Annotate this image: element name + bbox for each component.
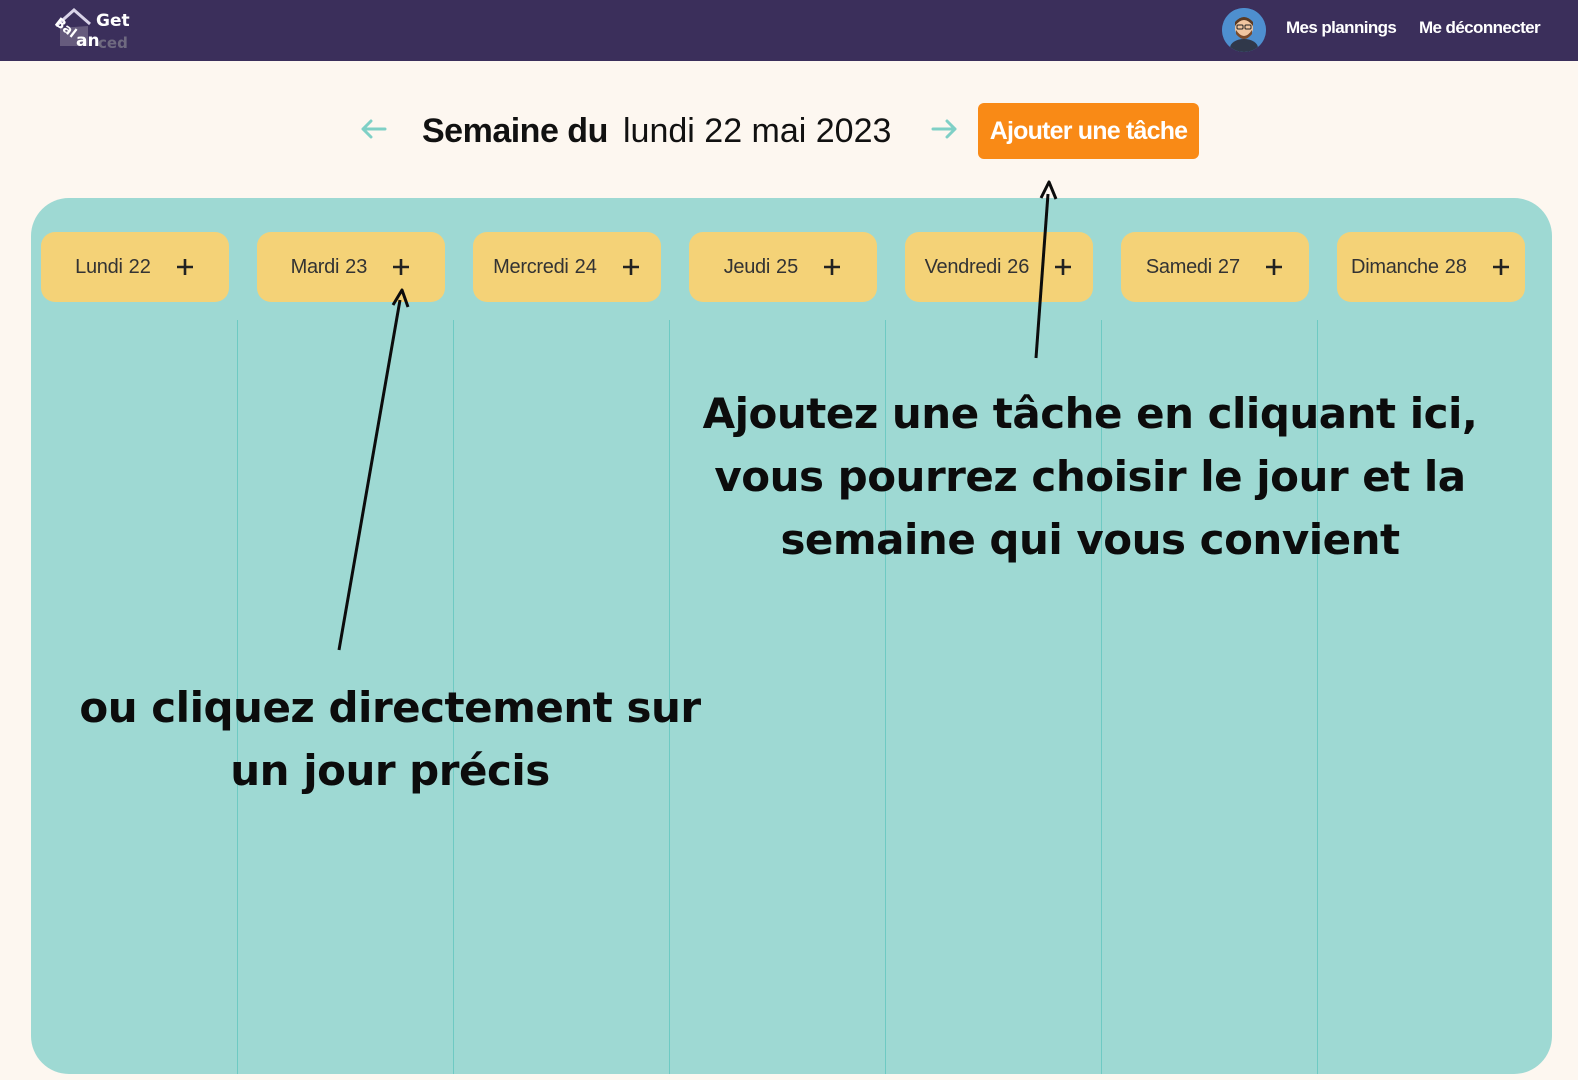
- nav-mes-plannings[interactable]: Mes plannings: [1286, 18, 1397, 38]
- day-name: Dimanche: [1351, 255, 1439, 278]
- day-name: Samedi: [1145, 255, 1212, 278]
- day-button-samedi[interactable]: Samedi 27: [1121, 232, 1309, 302]
- day-number: 27: [1217, 255, 1241, 278]
- annotation-line: ou cliquez directement sur: [79, 683, 701, 732]
- user-avatar[interactable]: [1222, 8, 1266, 52]
- plus-icon[interactable]: [175, 257, 195, 277]
- add-task-button[interactable]: Ajouter une tâche: [978, 103, 1199, 159]
- arrowhead-icon: [1039, 180, 1058, 200]
- day-number: 26: [1007, 255, 1030, 278]
- day-name: Jeudi: [723, 255, 771, 278]
- day-number: 25: [776, 255, 799, 278]
- svg-text:an: an: [76, 31, 100, 51]
- day-number: 22: [128, 255, 151, 278]
- arrow-left-icon[interactable]: [357, 112, 391, 146]
- get-balanced-logo[interactable]: Get Bal an ced: [50, 4, 140, 54]
- weekly-planning-board: Lundi 22 Mardi 23 Mercredi 24 Jeudi 25 V…: [31, 198, 1552, 1074]
- annotation-add-task: Ajoutez une tâche en cliquant ici, vous …: [690, 382, 1490, 571]
- day-number: 24: [574, 255, 597, 278]
- day-name: Mercredi: [493, 255, 569, 278]
- day-button-mercredi[interactable]: Mercredi 24: [473, 232, 661, 302]
- plus-icon[interactable]: [391, 257, 411, 277]
- day-button-dimanche[interactable]: Dimanche 28: [1337, 232, 1525, 302]
- day-button-jeudi[interactable]: Jeudi 25: [689, 232, 877, 302]
- day-button-mardi[interactable]: Mardi 23: [257, 232, 445, 302]
- plus-icon[interactable]: [621, 257, 641, 277]
- top-navbar: Get Bal an ced Mes plannings Me déconnec…: [0, 0, 1578, 61]
- plus-icon[interactable]: [1264, 257, 1284, 277]
- annotation-line: Ajoutez une tâche en cliquant ici,: [702, 389, 1478, 438]
- plus-icon[interactable]: [1491, 257, 1511, 277]
- nav-logout[interactable]: Me déconnecter: [1419, 18, 1541, 38]
- day-number: 23: [345, 255, 368, 278]
- svg-text:ced: ced: [98, 34, 128, 52]
- annotation-line: vous pourrez choisir le jour et la: [714, 452, 1466, 501]
- annotation-line: semaine qui vous convient: [780, 515, 1400, 564]
- week-date: lundi 22 mai 2023: [623, 112, 892, 150]
- day-name: Lundi: [75, 255, 123, 278]
- day-name: Vendredi: [924, 255, 1002, 278]
- plus-icon[interactable]: [822, 257, 842, 277]
- annotation-click-day: ou cliquez directement sur un jour préci…: [50, 676, 730, 802]
- week-header: Semaine du lundi 22 mai 2023 Ajouter une…: [0, 100, 1578, 160]
- annotation-line: un jour précis: [230, 746, 550, 795]
- day-name: Mardi: [290, 255, 340, 278]
- plus-icon[interactable]: [1053, 257, 1073, 277]
- day-button-vendredi[interactable]: Vendredi 26: [905, 232, 1093, 302]
- day-button-lundi[interactable]: Lundi 22: [41, 232, 229, 302]
- day-number: 28: [1444, 255, 1467, 278]
- week-label: Semaine du: [422, 112, 608, 150]
- arrow-right-icon[interactable]: [927, 112, 961, 146]
- svg-text:Get: Get: [96, 11, 130, 31]
